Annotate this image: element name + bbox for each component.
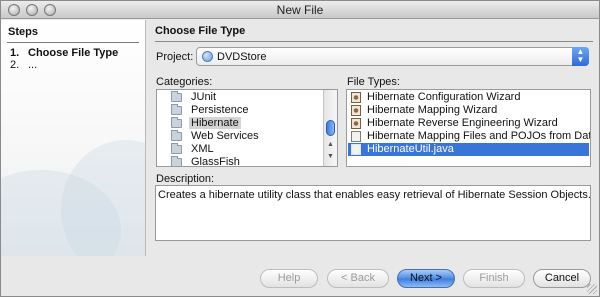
category-label: JUnit <box>191 91 217 103</box>
java-file-icon <box>351 144 361 155</box>
title-bar[interactable]: New File <box>1 1 599 19</box>
back-button[interactable]: < Back <box>327 269 389 288</box>
new-file-dialog: New File Steps 1. Choose File Type 2.... … <box>0 0 600 297</box>
wizard-icon <box>351 105 361 116</box>
file-type-item[interactable]: Hibernate Configuration Wizard <box>348 91 589 104</box>
steps-divider <box>7 42 139 43</box>
category-label: GlassFish <box>191 156 240 167</box>
file-types-label: File Types: <box>347 76 400 88</box>
window-title: New File <box>276 3 324 17</box>
category-label: Web Services <box>191 130 259 142</box>
page-title: Choose File Type <box>155 25 246 37</box>
decorative-backdrop <box>61 140 145 256</box>
step-item-1: 1. Choose File Type <box>10 47 118 59</box>
select-arrows-icon[interactable]: ▲ ▼ <box>572 47 589 66</box>
file-type-item[interactable]: Hibernate Reverse Engineering Wizard <box>348 117 589 130</box>
document-icon <box>351 131 361 142</box>
finish-button[interactable]: Finish <box>463 269 525 288</box>
project-label: Project: <box>156 51 194 63</box>
step-number: 2. <box>10 59 20 71</box>
category-label: Persistence <box>191 104 249 116</box>
scroll-down-arrow-icon[interactable]: ▼ <box>327 153 334 160</box>
scroll-up-arrow-icon[interactable]: ▲ <box>327 141 334 148</box>
category-label: Hibernate <box>189 117 241 129</box>
steps-panel: Steps 1. Choose File Type 2.... <box>1 20 146 256</box>
project-select-value: DVDStore <box>217 51 267 63</box>
file-type-item[interactable]: Hibernate Mapping Wizard <box>348 104 589 117</box>
file-type-label: Hibernate Reverse Engineering Wizard <box>367 117 558 129</box>
wizard-icon <box>351 118 361 129</box>
categories-scrollbar[interactable]: ▲ ▼ <box>323 90 337 166</box>
categories-label: Categories: <box>156 76 213 88</box>
description-text: Creates a hibernate utility class that e… <box>158 189 591 201</box>
categories-tree[interactable]: JUnit Persistence Hibernate Web Services… <box>156 89 338 167</box>
file-type-label: Hibernate Mapping Wizard <box>367 104 498 116</box>
cancel-button[interactable]: Cancel <box>533 269 591 288</box>
file-types-list[interactable]: Hibernate Configuration Wizard Hibernate… <box>346 89 591 167</box>
wizard-icon <box>351 92 361 103</box>
step-label: ... <box>28 59 38 71</box>
scrollbar-thumb[interactable] <box>326 120 335 136</box>
file-type-label: HibernateUtil.java <box>367 143 454 155</box>
folder-icon <box>171 104 182 115</box>
folder-icon <box>171 143 182 154</box>
folder-icon <box>171 156 182 166</box>
step-label: Choose File Type <box>28 47 119 59</box>
folder-icon <box>171 117 182 128</box>
next-button[interactable]: Next > <box>397 269 455 288</box>
description-label: Description: <box>156 173 215 185</box>
resize-grip-icon[interactable] <box>587 284 597 294</box>
category-label: XML <box>191 143 214 155</box>
description-box: Creates a hibernate utility class that e… <box>155 185 591 241</box>
file-type-label: Hibernate Mapping Files and POJOs from D… <box>367 130 590 142</box>
file-type-item-selected[interactable]: HibernateUtil.java <box>348 143 589 156</box>
help-button[interactable]: Help <box>260 269 318 288</box>
step-item-2: 2.... <box>10 59 37 71</box>
project-select[interactable]: DVDStore ▲ ▼ <box>196 47 589 66</box>
file-type-label: Hibernate Configuration Wizard <box>367 91 521 103</box>
step-number: 1. <box>10 47 20 59</box>
file-type-item[interactable]: Hibernate Mapping Files and POJOs from D… <box>348 130 590 143</box>
project-globe-icon <box>202 51 213 62</box>
heading-divider <box>155 41 593 42</box>
folder-icon <box>171 91 182 102</box>
steps-heading: Steps <box>8 26 38 38</box>
folder-icon <box>171 130 182 141</box>
